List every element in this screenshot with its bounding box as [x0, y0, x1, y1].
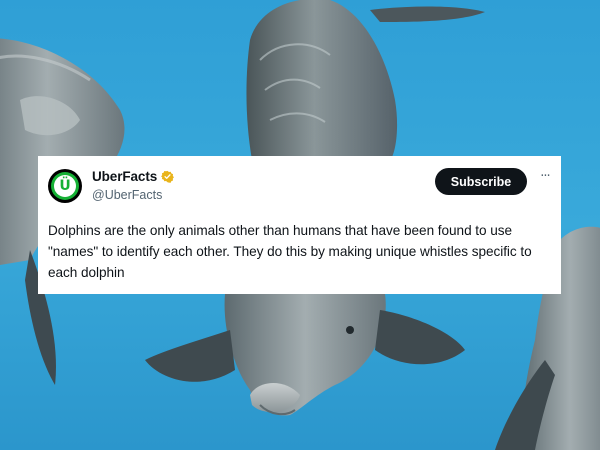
avatar-logo: Ü — [51, 172, 79, 200]
verified-badge-icon — [161, 170, 175, 183]
avatar-logo-ring: Ü — [54, 175, 76, 197]
avatar-letter: Ü — [59, 178, 71, 194]
more-options-icon[interactable]: ··· — [536, 170, 554, 184]
subscribe-button[interactable]: Subscribe — [435, 168, 527, 195]
display-name-row: UberFacts — [92, 169, 175, 184]
user-handle[interactable]: @UberFacts — [92, 188, 162, 202]
avatar[interactable]: Ü — [48, 169, 82, 203]
display-name[interactable]: UberFacts — [92, 169, 157, 184]
tweet-text: Dolphins are the only animals other than… — [48, 223, 532, 280]
tweet-card: Ü UberFacts @UberFacts Subscribe ··· Dol… — [38, 156, 561, 294]
